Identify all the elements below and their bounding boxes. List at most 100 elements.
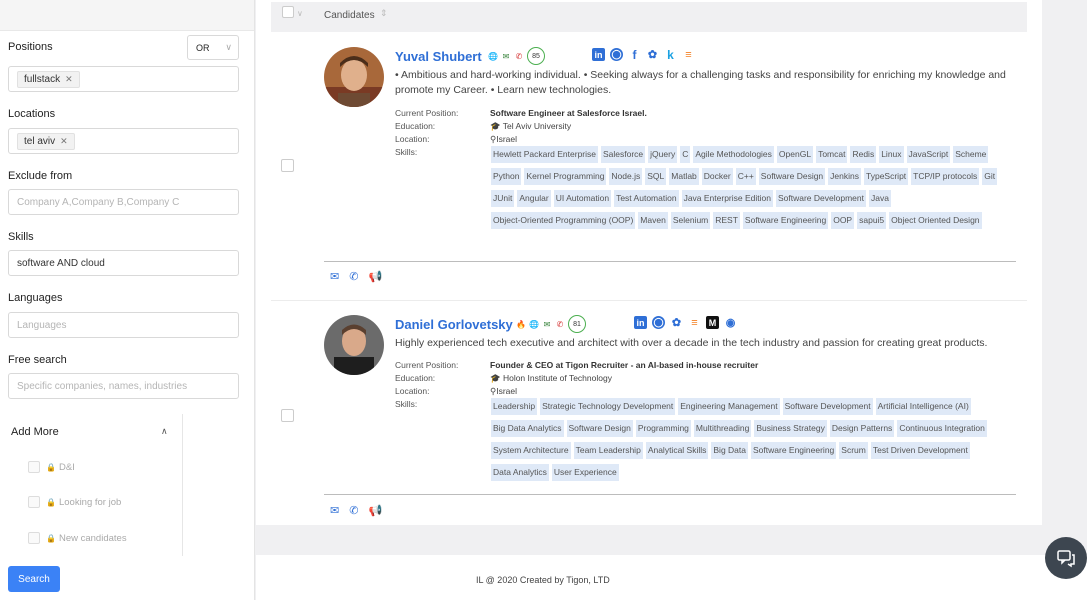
skill-tag: Salesforce — [601, 146, 646, 163]
position-tag: fullstack ✕ — [17, 70, 80, 88]
skill-tag: Continuous Integration — [897, 420, 987, 437]
close-icon[interactable]: ✕ — [65, 74, 73, 85]
skill-tag: Node.js — [609, 168, 643, 185]
avatar[interactable] — [324, 315, 384, 375]
add-more-toggle[interactable]: Add More — [11, 426, 59, 438]
education-text: Holon Institute of Technology — [502, 373, 612, 383]
skill-tag: Team Leadership — [573, 442, 643, 459]
candidate-name[interactable]: Yuval Shubert — [395, 49, 482, 64]
operator-value: OR — [196, 42, 210, 53]
stackoverflow-icon[interactable]: ≡ — [688, 316, 701, 329]
megaphone-icon[interactable]: 📢 — [368, 504, 382, 517]
facebook-icon[interactable]: f — [628, 48, 641, 62]
candidate-actions: ✉ ✆ 📢 — [330, 270, 382, 283]
location-value: ⚲Israel — [490, 134, 517, 145]
languages-input[interactable]: Languages — [8, 312, 239, 338]
education-value: 🎓 Tel Aviv University — [490, 121, 571, 132]
sort-icon[interactable]: ⇕ — [380, 8, 388, 19]
skill-tag: JUnit — [491, 190, 515, 207]
mail-icon[interactable]: ✉ — [330, 270, 339, 283]
twitter-icon[interactable]: ✿ — [646, 48, 659, 61]
chevron-up-icon[interactable]: ∧ — [161, 426, 168, 437]
free-search-label: Free search — [8, 354, 67, 366]
avatar[interactable] — [324, 47, 384, 107]
education-value: 🎓 Holon Institute of Technology — [490, 373, 612, 384]
current-position-label: Current Position: — [395, 360, 459, 370]
skill-tag: Object Oriented Design — [889, 212, 982, 229]
tag-label: tel aviv — [24, 135, 56, 147]
skill-tag: Maven — [638, 212, 668, 229]
skill-tag: Artificial Intelligence (AI) — [875, 398, 971, 415]
phone-icon: ✆ — [556, 319, 564, 329]
candidate-checkbox[interactable] — [281, 409, 294, 422]
megaphone-icon[interactable]: 📢 — [368, 270, 382, 283]
skills-value: software AND cloud — [17, 257, 105, 269]
locations-input[interactable]: tel aviv ✕ — [8, 128, 239, 154]
close-icon[interactable]: ✕ — [60, 136, 68, 147]
reddit-icon[interactable]: ◉ — [724, 316, 737, 329]
skill-tag: Business Strategy — [754, 420, 827, 437]
footer-copyright: IL @ 2020 Created by Tigon, LTD — [476, 575, 610, 585]
option-checkbox[interactable] — [28, 532, 40, 544]
locations-label: Locations — [8, 108, 56, 120]
skill-tag: Analytical Skills — [645, 442, 709, 459]
add-more-option[interactable]: 🔒 Looking for job — [28, 496, 121, 508]
location-text: Israel — [496, 134, 518, 144]
skills-label: Skills: — [395, 147, 418, 157]
klout-icon[interactable]: k — [664, 48, 677, 62]
fire-icon: 🔥 — [516, 319, 526, 329]
stackoverflow-icon[interactable]: ≡ — [682, 48, 695, 61]
github-icon[interactable]: ◯ — [652, 316, 665, 329]
add-more-option[interactable]: 🔒 D&I — [28, 461, 75, 473]
skill-tag: Software Engineering — [751, 442, 837, 459]
medium-icon[interactable]: M — [706, 316, 719, 329]
skill-tag: Software Engineering — [742, 212, 829, 229]
option-checkbox[interactable] — [28, 496, 40, 508]
free-search-input[interactable]: Specific companies, names, industries — [8, 373, 239, 399]
skill-tag: Matlab — [669, 168, 699, 185]
phone-icon[interactable]: ✆ — [349, 270, 358, 283]
page-footer — [256, 555, 1087, 600]
skill-tag: Angular — [517, 190, 551, 207]
chat-button[interactable] — [1045, 537, 1087, 579]
candidate-divider — [324, 494, 1016, 495]
graduation-cap-icon: 🎓 — [490, 373, 503, 383]
skill-tag: User Experience — [551, 464, 619, 481]
match-score-badge: 85 — [527, 47, 545, 65]
skill-tag: Java Enterprise Edition — [681, 190, 773, 207]
match-score-badge: 81 — [568, 315, 586, 333]
positions-input[interactable]: fullstack ✕ — [8, 66, 239, 92]
education-text: Tel Aviv University — [502, 121, 572, 131]
skill-tag: Scheme — [953, 146, 989, 163]
linkedin-icon[interactable]: in — [634, 316, 647, 329]
add-more-option[interactable]: 🔒 New candidates — [28, 532, 127, 544]
twitter-icon[interactable]: ✿ — [670, 316, 683, 329]
skill-tag: Test Automation — [614, 190, 679, 207]
chevron-down-icon[interactable]: ∨ — [297, 9, 303, 18]
candidate-checkbox[interactable] — [281, 159, 294, 172]
positions-operator-select[interactable]: OR ∨ — [187, 35, 239, 60]
candidate-name[interactable]: Daniel Gorlovetsky — [395, 317, 513, 332]
skills-list: Leadership Strategic Technology Developme… — [491, 398, 1021, 481]
phone-icon[interactable]: ✆ — [349, 504, 358, 517]
skill-tag: Agile Methodologies — [693, 146, 774, 163]
mail-icon[interactable]: ✉ — [330, 504, 339, 517]
mail-icon: ✉ — [543, 319, 551, 329]
skill-tag: TypeScript — [864, 168, 909, 185]
option-checkbox[interactable] — [28, 461, 40, 473]
skills-input[interactable]: software AND cloud — [8, 250, 239, 276]
search-button[interactable]: Search — [8, 566, 60, 592]
option-label: Looking for job — [58, 496, 122, 508]
github-icon[interactable]: ◯ — [610, 48, 623, 61]
add-more-divider — [182, 414, 183, 556]
linkedin-icon[interactable]: in — [592, 48, 605, 61]
skill-tag: Software Design — [758, 168, 826, 185]
row-separator — [271, 300, 1027, 301]
select-all-checkbox[interactable] — [282, 6, 294, 18]
skill-tag: Tomcat — [816, 146, 848, 163]
skills-list: Hewlett Packard Enterprise Salesforce jQue… — [491, 146, 1021, 229]
skill-tag: Design Patterns — [829, 420, 895, 437]
graduation-cap-icon: 🎓 — [490, 121, 503, 131]
skill-tag: Strategic Technology Development — [540, 398, 676, 415]
exclude-input[interactable]: Company A,Company B,Company C — [8, 189, 239, 215]
